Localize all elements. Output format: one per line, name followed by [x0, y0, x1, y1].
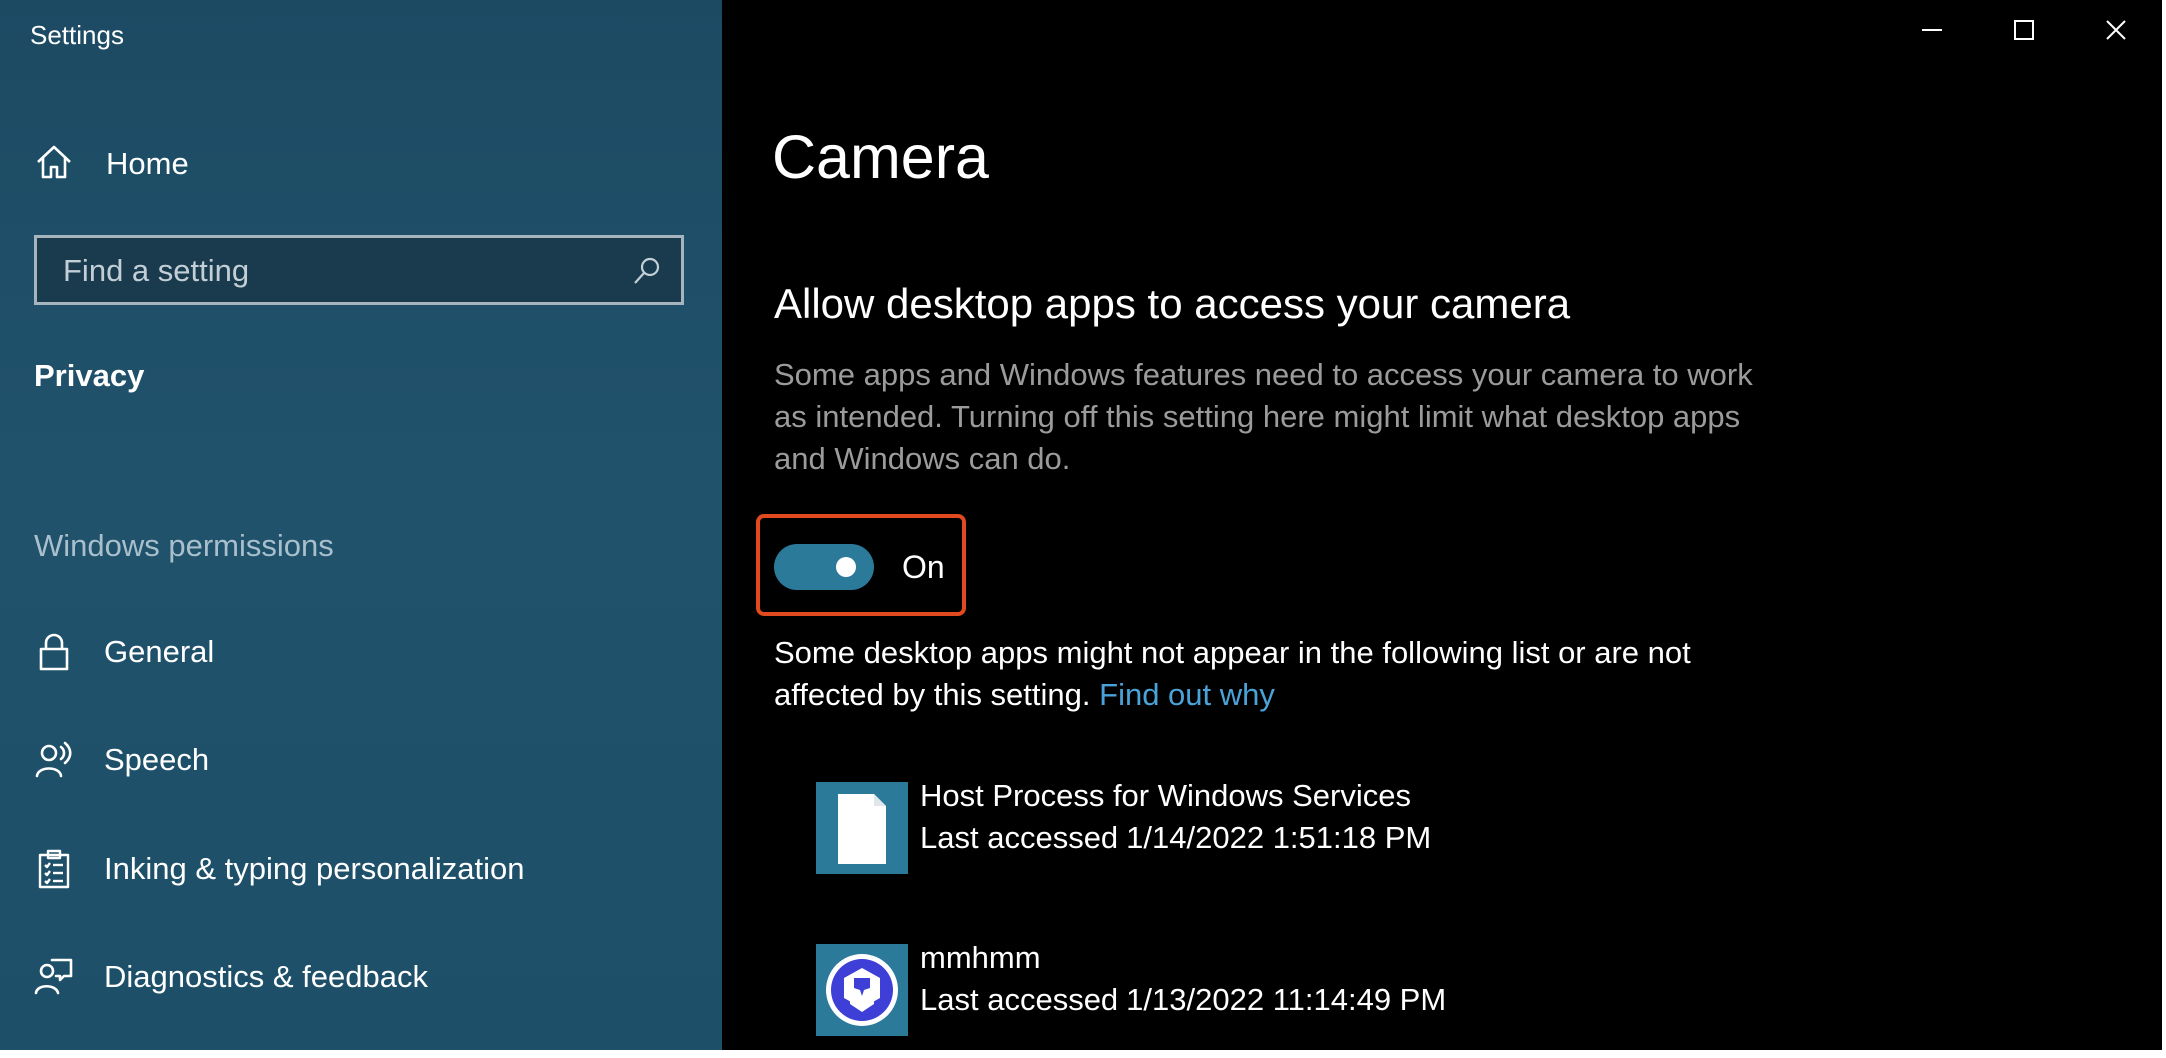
minimize-icon — [1922, 29, 1942, 31]
lock-icon — [34, 632, 74, 672]
toggle-knob — [836, 557, 856, 577]
sidebar-item-general[interactable]: General — [0, 612, 722, 692]
sidebar-item-home[interactable]: Home — [0, 124, 722, 204]
document-icon — [816, 782, 908, 874]
last-accessed-label: Last accessed — [920, 820, 1119, 855]
window-title: Settings — [30, 20, 124, 50]
search-icon[interactable] — [631, 255, 663, 287]
app-list-item: mmhmm Last accessed 1/13/2022 11:14:49 PM — [816, 940, 1716, 1036]
section-description: Some apps and Windows features need to a… — [774, 357, 1753, 476]
sidebar-item-label: Home — [106, 146, 189, 181]
sidebar-item-label: Speech — [104, 742, 210, 777]
section-title: Allow desktop apps to access your camera — [774, 280, 1571, 327]
sidebar-item-speech[interactable]: Speech — [0, 720, 722, 800]
camera-access-toggle[interactable] — [774, 544, 874, 590]
desktop-apps-note: Some desktop apps might not appear in th… — [774, 632, 1774, 716]
feedback-icon — [34, 957, 74, 997]
app-last-accessed: Last accessed 1/14/2022 1:51:18 PM — [920, 820, 1431, 856]
maximize-icon — [2014, 20, 2034, 40]
maximize-button[interactable] — [1978, 0, 2070, 62]
main-content: Camera Allow desktop apps to access your… — [722, 0, 2162, 1050]
home-icon — [34, 142, 74, 182]
last-accessed-value: 1/14/2022 1:51:18 PM — [1126, 820, 1432, 855]
sidebar-item-label: Diagnostics & feedback — [104, 959, 428, 994]
search-input[interactable] — [37, 238, 625, 304]
speech-icon — [34, 740, 74, 780]
minimize-button[interactable] — [1886, 0, 1978, 62]
mmhmm-logo-icon — [816, 944, 908, 1036]
app-name: mmhmm — [920, 940, 1041, 975]
section-title-privacy: Privacy — [34, 358, 145, 393]
last-accessed-label: Last accessed — [920, 982, 1119, 1017]
sidebar-item-diagnostics-feedback[interactable]: Diagnostics & feedback — [0, 937, 722, 1017]
sidebar-item-inking-typing[interactable]: Inking & typing personalization — [0, 829, 722, 909]
find-out-why-link[interactable]: Find out why — [1099, 677, 1275, 712]
clipboard-icon — [34, 849, 74, 889]
app-name: Host Process for Windows Services — [920, 778, 1411, 813]
sidebar-item-label: Inking & typing personalization — [104, 851, 525, 886]
last-accessed-value: 1/13/2022 11:14:49 PM — [1126, 982, 1447, 1017]
close-icon — [2106, 20, 2126, 40]
page-title: Camera — [772, 123, 989, 191]
settings-window: Settings Home Privacy Windows permission… — [0, 0, 2162, 1050]
search-box[interactable] — [34, 235, 684, 305]
sidebar-item-label: General — [104, 634, 215, 669]
group-title-windows-permissions: Windows permissions — [34, 528, 334, 563]
toggle-state-label: On — [902, 549, 945, 585]
close-button[interactable] — [2070, 0, 2162, 62]
app-list-item: Host Process for Windows Services Last a… — [816, 778, 1716, 874]
app-last-accessed: Last accessed 1/13/2022 11:14:49 PM — [920, 982, 1446, 1018]
sidebar: Settings Home Privacy Windows permission… — [0, 0, 722, 1050]
